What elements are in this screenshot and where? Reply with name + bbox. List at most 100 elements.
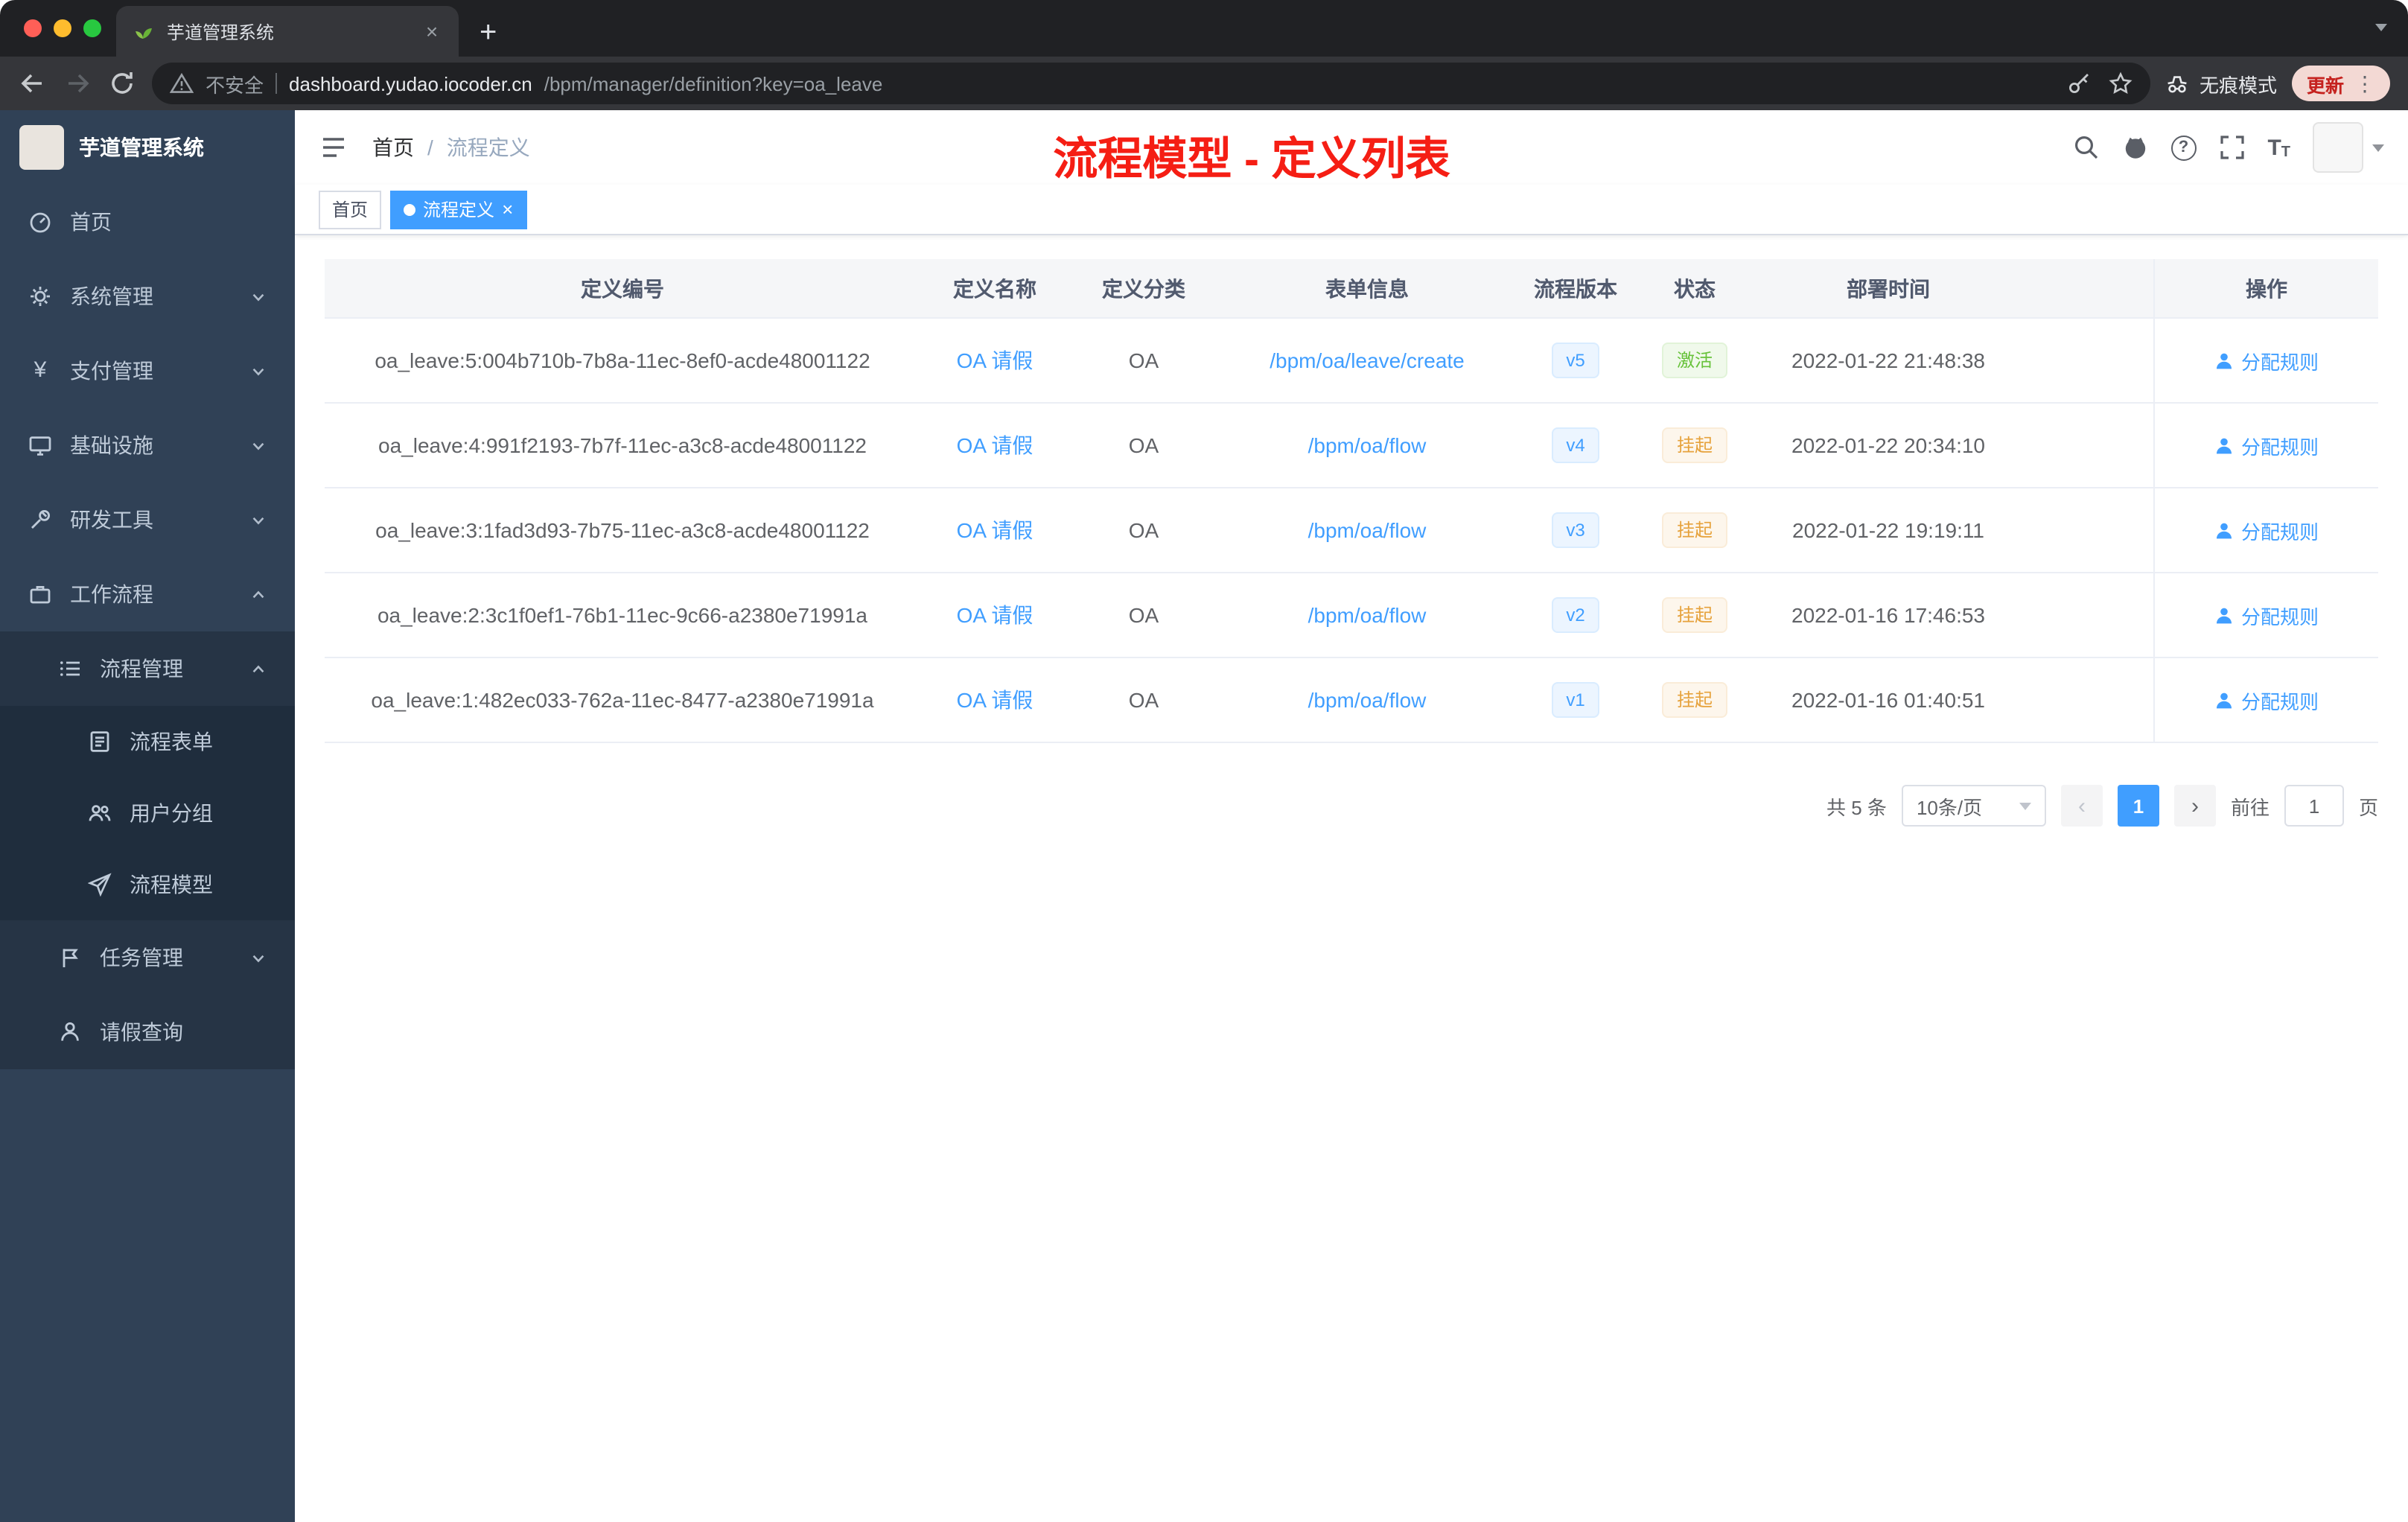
sidebar-item-process-model[interactable]: 流程模型 — [0, 849, 295, 920]
page-number-button[interactable]: 1 — [2117, 785, 2159, 827]
assign-rule-button[interactable]: 分配规则 — [2214, 516, 2319, 544]
incognito-label: 无痕模式 — [2199, 74, 2277, 96]
user-icon — [2216, 692, 2232, 708]
definition-name-link[interactable]: OA 请假 — [957, 603, 1033, 627]
form-info-link[interactable]: /bpm/oa/flow — [1308, 433, 1427, 457]
header-action: 操作 — [2153, 259, 2378, 317]
tag-process-definition[interactable]: 流程定义 × — [390, 190, 527, 229]
person-icon — [61, 1022, 79, 1041]
sidebar-item-process-form[interactable]: 流程表单 — [0, 706, 295, 777]
user-icon — [2216, 352, 2232, 369]
fullscreen-icon[interactable] — [2218, 134, 2245, 161]
assign-rule-button[interactable]: 分配规则 — [2214, 601, 2319, 629]
hamburger-icon[interactable] — [319, 133, 348, 162]
github-icon[interactable] — [2121, 134, 2148, 161]
zoom-window-button[interactable] — [83, 19, 101, 37]
form-icon — [90, 731, 109, 752]
version-tag: v5 — [1551, 343, 1600, 378]
sidebar-item-process-management[interactable]: 流程管理 — [0, 631, 295, 706]
flag-icon — [63, 949, 78, 967]
browser-tab[interactable]: 芋道管理系统 × — [116, 6, 459, 57]
tab-favicon — [136, 28, 152, 39]
form-info-link[interactable]: /bpm/oa/leave/create — [1270, 348, 1465, 372]
prev-page-button[interactable]: ‹ — [2060, 785, 2103, 827]
definition-name-link[interactable]: OA 请假 — [957, 433, 1033, 457]
assign-rule-button[interactable]: 分配规则 — [2214, 346, 2319, 375]
row-spacer — [2022, 404, 2153, 487]
back-button[interactable] — [18, 69, 48, 98]
sidebar-item-task-management[interactable]: 任务管理 — [0, 920, 295, 995]
help-icon[interactable]: ? — [2170, 135, 2197, 160]
tab-close-icon[interactable]: × — [420, 19, 444, 43]
url-divider — [275, 73, 278, 94]
sidebar-item-system[interactable]: 系统管理 — [0, 259, 295, 334]
cell-deploy-time: 2022-01-22 19:19:11 — [1792, 518, 1984, 542]
gear-icon — [31, 287, 50, 306]
minimize-window-button[interactable] — [54, 19, 71, 37]
tab-search-caret-icon[interactable] — [2375, 24, 2387, 31]
logo-avatar — [19, 125, 64, 170]
user-icon — [2216, 607, 2232, 623]
header-definition-name: 定义名称 — [953, 276, 1036, 300]
header-spacer — [2022, 259, 2153, 317]
assign-rule-button[interactable]: 分配规则 — [2214, 431, 2319, 459]
chevron-down-icon — [252, 293, 264, 301]
definition-name-link[interactable]: OA 请假 — [957, 348, 1033, 372]
status-tag: 挂起 — [1661, 682, 1727, 718]
form-info-link[interactable]: /bpm/oa/flow — [1308, 518, 1427, 542]
new-tab-button[interactable]: + — [480, 18, 497, 48]
chevron-down-icon — [252, 516, 264, 524]
close-window-button[interactable] — [24, 19, 42, 37]
header-process-version: 流程版本 — [1534, 276, 1617, 300]
sidebar-item-devtools[interactable]: 研发工具 — [0, 483, 295, 557]
sidebar-item-infrastructure[interactable]: 基础设施 — [0, 408, 295, 483]
header-deploy-time: 部署时间 — [1847, 276, 1930, 300]
app-logo[interactable]: 芋道管理系统 — [0, 110, 295, 185]
user-avatar[interactable] — [2313, 122, 2384, 173]
cell-category: OA — [1128, 433, 1159, 457]
list-icon — [60, 661, 80, 676]
form-info-link[interactable]: /bpm/oa/flow — [1308, 603, 1427, 627]
table-row: oa_leave:3:1fad3d93-7b75-11ec-a3c8-acde4… — [325, 488, 2378, 573]
tag-close-icon[interactable]: × — [502, 200, 513, 219]
definition-name-link[interactable]: OA 请假 — [957, 518, 1033, 542]
browser-toolbar: 不安全 dashboard.yudao.iocoder.cn/bpm/manag… — [0, 57, 2408, 110]
bookmark-star-icon[interactable] — [2109, 71, 2133, 95]
goto-page-input[interactable] — [2284, 785, 2344, 827]
tag-home[interactable]: 首页 — [319, 190, 382, 229]
sidebar-item-home[interactable]: 首页 — [0, 185, 295, 259]
table-row: oa_leave:1:482ec033-762a-11ec-8477-a2380… — [325, 658, 2378, 743]
app-title: 芋道管理系统 — [79, 136, 204, 159]
cell-deploy-time: 2022-01-16 01:40:51 — [1791, 688, 1985, 712]
header-definition-category: 定义分类 — [1102, 276, 1185, 300]
sidebar-item-user-group[interactable]: 用户分组 — [0, 777, 295, 849]
chevron-up-icon — [252, 664, 264, 672]
font-size-icon[interactable]: TT — [2267, 135, 2290, 160]
chrome-update-button[interactable]: 更新 ⋮ — [2291, 66, 2390, 101]
status-tag: 挂起 — [1661, 512, 1727, 548]
form-info-link[interactable]: /bpm/oa/flow — [1308, 688, 1427, 712]
password-key-icon[interactable] — [2067, 71, 2091, 95]
sidebar-item-workflow[interactable]: 工作流程 — [0, 557, 295, 631]
breadcrumb-home[interactable]: 首页 — [372, 133, 414, 162]
sidebar-item-leave-query[interactable]: 请假查询 — [0, 995, 295, 1069]
security-label[interactable]: 不安全 — [206, 69, 264, 98]
reload-button[interactable] — [107, 69, 137, 98]
cell-category: OA — [1128, 603, 1159, 627]
sidebar-item-payment[interactable]: ¥ 支付管理 — [0, 334, 295, 408]
url-host: dashboard.yudao.iocoder.cn — [289, 72, 532, 95]
url-path: /bpm/manager/definition?key=oa_leave — [544, 72, 883, 95]
tags-view-bar: 首页 流程定义 × — [295, 185, 2408, 235]
search-icon[interactable] — [2072, 134, 2099, 161]
assign-rule-button[interactable]: 分配规则 — [2214, 686, 2319, 714]
definition-name-link[interactable]: OA 请假 — [957, 688, 1033, 712]
address-bar[interactable]: 不安全 dashboard.yudao.iocoder.cn/bpm/manag… — [152, 63, 2150, 104]
forward-button[interactable] — [63, 69, 92, 98]
page-annotation: 流程模型 - 定义列表 — [1053, 136, 1450, 185]
next-page-button[interactable]: › — [2173, 785, 2216, 827]
user-icon — [2216, 522, 2232, 538]
status-tag: 挂起 — [1661, 427, 1727, 463]
goto-label: 前往 — [2230, 796, 2270, 818]
sidebar: 芋道管理系统 首页 系统管理 ¥ 支付管理 基础设施 研发工具 工作流程 流程管… — [0, 110, 295, 1522]
page-size-select[interactable]: 10条/页 — [1901, 785, 2046, 827]
